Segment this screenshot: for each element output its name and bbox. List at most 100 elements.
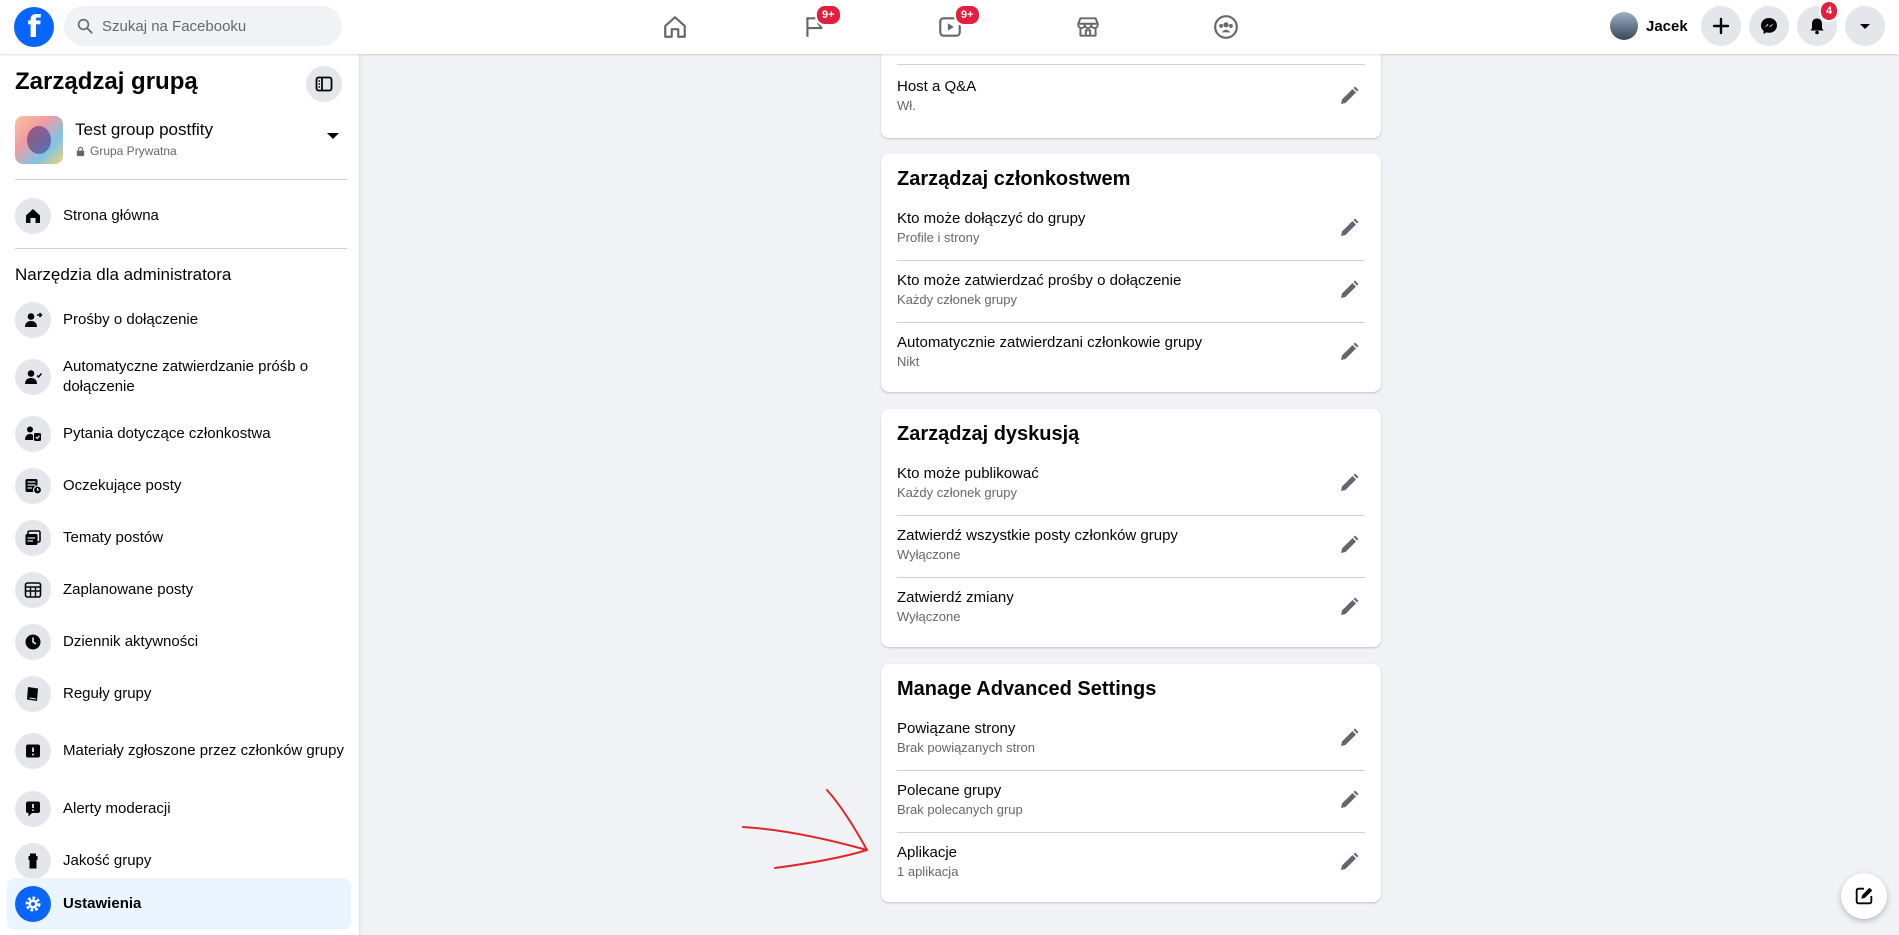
search-box[interactable] [64, 6, 342, 46]
pencil-icon [1341, 852, 1359, 870]
sidebar-item-home[interactable]: Strona główna [7, 193, 351, 239]
edit-button[interactable] [1333, 336, 1365, 368]
setting-value: Wyłączone [897, 547, 961, 562]
pencil-icon [1341, 218, 1359, 236]
setting-title: Zatwierdź zmiany [897, 589, 1014, 606]
settings-card-membership: Zarządzaj członkostwem Kto może dołączyć… [881, 154, 1381, 392]
nav-home[interactable] [655, 8, 695, 46]
edit-button[interactable] [1333, 846, 1365, 878]
setting-row-linked-pages[interactable]: Powiązane strony Brak powiązanych stron [897, 708, 1365, 770]
collapse-sidebar-button[interactable] [306, 66, 342, 102]
group-cover-thumbnail [15, 116, 63, 164]
divider [15, 179, 347, 180]
nav-marketplace[interactable] [1068, 8, 1108, 46]
setting-value: Brak polecanych grup [897, 802, 1023, 817]
sidebar-item-label: Zaplanowane posty [63, 581, 194, 598]
divider [15, 248, 347, 249]
rules-book-icon [15, 676, 51, 712]
settings-card-discussion: Zarządzaj dyskusją Kto może publikować K… [881, 409, 1381, 647]
setting-value: Profile i strony [897, 230, 980, 245]
setting-row-approve-edits[interactable]: Zatwierdź zmiany Wyłączone [897, 577, 1365, 639]
sidebar-item-scheduled-posts[interactable]: Zaplanowane posty [7, 567, 351, 613]
pencil-icon [1341, 728, 1359, 746]
pages-badge: 9+ [815, 4, 842, 26]
group-switcher[interactable]: Test group postfity Grupa Prywatna [15, 116, 345, 164]
setting-row-who-can-post[interactable]: Kto może publikować Każdy członek grupy [897, 453, 1365, 515]
nav-pages[interactable]: 9+ [795, 4, 842, 46]
home-icon [664, 16, 686, 38]
card-title: Zarządzaj członkostwem [897, 168, 1131, 190]
pencil-icon [1341, 597, 1359, 615]
person-question-icon [15, 416, 51, 452]
sidebar-item-label: Materiały zgłoszone przez członków grupy [63, 742, 344, 759]
sidebar-item-label: Pytania dotyczące członkostwa [63, 425, 271, 442]
sidebar-item-group-rules[interactable]: Reguły grupy [7, 671, 351, 717]
sidebar-item-settings[interactable]: Ustawienia [7, 878, 351, 930]
profile-name: Jacek [1646, 17, 1688, 35]
sidebar-item-auto-approve[interactable]: Automatyczne zatwierdzanie próśb o dołąc… [7, 348, 351, 406]
setting-title: Aplikacje [897, 844, 958, 861]
edit-button[interactable] [1333, 784, 1365, 816]
create-button[interactable] [1701, 6, 1741, 46]
admin-sidebar: Zarządzaj grupą Test group postfity Grup… [0, 54, 359, 935]
setting-row-auto-approved-members[interactable]: Automatycznie zatwierdzani członkowie gr… [897, 322, 1365, 384]
sidebar-item-activity-log[interactable]: Dziennik aktywności [7, 619, 351, 665]
caret-down-icon [1860, 24, 1870, 29]
clock-icon [15, 624, 51, 660]
messenger-button[interactable] [1749, 6, 1789, 46]
person-arrow-icon [15, 302, 51, 338]
pencil-icon [1341, 790, 1359, 808]
edit-button[interactable] [1333, 212, 1365, 244]
admin-tools-heading: Narzędzia dla administratora [15, 265, 232, 284]
card-title: Zarządzaj dyskusją [897, 423, 1080, 445]
sidebar-title: Zarządzaj grupą [15, 68, 198, 95]
sidebar-item-membership-questions[interactable]: Pytania dotyczące członkostwa [7, 411, 351, 457]
lock-icon [76, 146, 85, 156]
facebook-logo[interactable]: f [14, 7, 54, 47]
pencil-icon [1341, 473, 1359, 491]
sidebar-item-label: Prośby o dołączenie [63, 311, 199, 328]
nav-groups[interactable] [1206, 8, 1246, 46]
video-badge: 9+ [954, 4, 981, 26]
sidebar-item-pending-posts[interactable]: Oczekujące posty [7, 463, 351, 509]
sidebar-item-join-requests[interactable]: Prośby o dołączenie [7, 297, 351, 343]
pencil-icon [1341, 535, 1359, 553]
person-check-icon [15, 359, 51, 395]
edit-button[interactable] [1333, 274, 1365, 306]
home-icon [15, 198, 51, 234]
setting-row-approve-member-posts[interactable]: Zatwierdź wszystkie posty członków grupy… [897, 515, 1365, 577]
edit-button[interactable] [1333, 80, 1365, 112]
setting-row-suggested-groups[interactable]: Polecane grupy Brak polecanych grup [897, 770, 1365, 832]
setting-row-who-can-approve[interactable]: Kto może zatwierdzać prośby o dołączenie… [897, 260, 1365, 322]
search-input[interactable] [102, 17, 322, 35]
sidebar-item-label: Tematy postów [63, 529, 164, 546]
edit-button[interactable] [1333, 591, 1365, 623]
new-message-button[interactable] [1841, 873, 1887, 919]
profile-button[interactable]: Jacek [1606, 8, 1696, 44]
sidebar-item-post-topics[interactable]: Tematy postów [7, 515, 351, 561]
sidebar-item-label: Alerty moderacji [63, 800, 171, 817]
compose-icon [1855, 887, 1873, 905]
setting-row-who-can-join[interactable]: Kto może dołączyć do grupy Profile i str… [897, 198, 1365, 260]
account-menu-button[interactable] [1845, 6, 1885, 46]
setting-value: Wł. [897, 98, 916, 113]
sidebar-item-member-reports[interactable]: Materiały zgłoszone przez członków grupy [7, 722, 351, 780]
gear-icon [15, 886, 51, 922]
annotation-arrow-icon [742, 789, 868, 869]
settings-card-advanced: Manage Advanced Settings Powiązane stron… [881, 664, 1381, 902]
sidebar-item-label: Automatyczne zatwierdzanie próśb o dołąc… [63, 358, 309, 395]
setting-value: Każdy członek grupy [897, 485, 1017, 500]
sidebar-item-moderation-alerts[interactable]: Alerty moderacji [7, 786, 351, 832]
edit-button[interactable] [1333, 722, 1365, 754]
setting-row-apps[interactable]: Aplikacje 1 aplikacja [897, 832, 1365, 894]
nav-video[interactable]: 9+ [930, 4, 981, 46]
setting-row-host-qa[interactable]: Host a Q&A Wł. [897, 66, 1365, 128]
setting-title: Powiązane strony [897, 720, 1016, 737]
setting-title: Polecane grupy [897, 782, 1002, 799]
edit-button[interactable] [1333, 467, 1365, 499]
edit-button[interactable] [1333, 529, 1365, 561]
settings-card-features: Host a Q&A Wł. [881, 44, 1381, 138]
notifications-button[interactable]: 4 [1797, 0, 1840, 46]
caret-down-icon[interactable] [325, 128, 341, 144]
row-divider [897, 64, 1365, 65]
